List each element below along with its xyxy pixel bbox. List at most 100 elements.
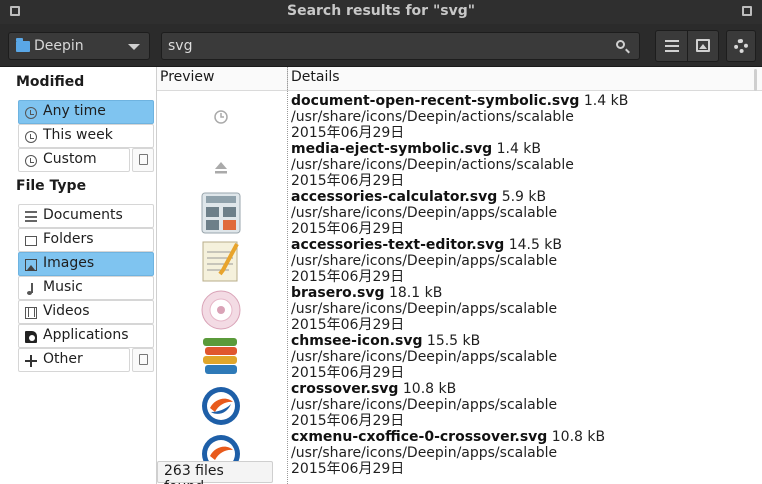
filter-label: Other <box>43 351 83 367</box>
file-size: 10.8 kB <box>402 381 457 397</box>
folder-icon <box>25 236 37 246</box>
result-row[interactable]: crossover.svg 10.8 kB /usr/share/icons/D… <box>157 381 762 429</box>
custom-date-button[interactable] <box>132 148 154 172</box>
filter-documents[interactable]: Documents <box>18 204 154 228</box>
file-path: /usr/share/icons/Deepin/apps/scalable <box>291 253 558 269</box>
file-size: 10.8 kB <box>551 429 606 445</box>
result-details: media-eject-symbolic.svg 1.4 kB /usr/sha… <box>291 141 574 189</box>
file-path: /usr/share/icons/Deepin/apps/scalable <box>291 301 558 317</box>
result-row[interactable]: media-eject-symbolic.svg 1.4 kB /usr/sha… <box>157 141 762 189</box>
file-size: 1.4 kB <box>496 141 542 157</box>
file-name: crossover.svg <box>291 381 399 397</box>
file-name: accessories-calculator.svg <box>291 189 498 205</box>
video-icon <box>25 307 37 319</box>
file-name: cxmenu-cxoffice-0-crossover.svg <box>291 429 548 445</box>
window-maximize-icon[interactable] <box>742 6 752 16</box>
filter-folders[interactable]: Folders <box>18 228 154 252</box>
file-size: 14.5 kB <box>508 237 563 253</box>
result-details: crossover.svg 10.8 kB /usr/share/icons/D… <box>291 381 557 429</box>
file-name: media-eject-symbolic.svg <box>291 141 493 157</box>
result-row[interactable]: chmsee-icon.svg 15.5 kB /usr/share/icons… <box>157 333 762 381</box>
file-path: /usr/share/icons/Deepin/actions/scalable <box>291 109 574 125</box>
filter-any-time[interactable]: Any time <box>18 100 154 124</box>
scrollbar[interactable] <box>754 69 757 91</box>
disc-icon <box>201 290 241 330</box>
file-size: 1.4 kB <box>583 93 629 109</box>
filter-videos[interactable]: Videos <box>18 300 154 324</box>
result-details: cxmenu-cxoffice-0-crossover.svg 10.8 kB … <box>291 429 605 477</box>
search-box[interactable] <box>161 32 640 60</box>
file-date: 2015年06月29日 <box>291 365 405 381</box>
file-name: accessories-text-editor.svg <box>291 237 505 253</box>
file-type-heading: File Type <box>16 178 87 194</box>
other-types-button[interactable] <box>132 348 154 372</box>
filter-label: Documents <box>43 207 123 223</box>
clock-icon <box>25 107 37 119</box>
plus-icon <box>25 355 37 367</box>
filter-label: Music <box>43 279 83 295</box>
results-pane: Preview Details document-open-recent-sym… <box>157 67 762 484</box>
folder-icon <box>16 38 30 52</box>
chevron-down-icon <box>128 44 140 50</box>
view-separator <box>687 31 688 61</box>
calendar-icon <box>139 154 148 165</box>
settings-button[interactable] <box>726 30 756 62</box>
filter-label: Videos <box>43 303 90 319</box>
clock-icon <box>25 131 37 143</box>
file-path: /usr/share/icons/Deepin/apps/scalable <box>291 397 558 413</box>
result-row[interactable]: accessories-text-editor.svg 14.5 kB /usr… <box>157 237 762 285</box>
file-date: 2015年06月29日 <box>291 221 405 237</box>
location-combo[interactable]: Deepin <box>8 32 150 60</box>
filter-other[interactable]: Other <box>18 348 130 372</box>
window-title: Search results for "svg" <box>286 3 476 19</box>
file-date: 2015年06月29日 <box>291 461 405 477</box>
file-date: 2015年06月29日 <box>291 125 405 141</box>
filter-this-week[interactable]: This week <box>18 124 154 148</box>
result-row[interactable]: document-open-recent-symbolic.svg 1.4 kB… <box>157 93 762 141</box>
view-toggle-group <box>655 30 719 62</box>
toolbar: Deepin <box>0 24 762 67</box>
result-details: document-open-recent-symbolic.svg 1.4 kB… <box>291 93 628 141</box>
file-date: 2015年06月29日 <box>291 269 405 285</box>
file-size: 5.9 kB <box>501 189 547 205</box>
column-preview[interactable]: Preview <box>160 69 215 85</box>
filter-label: Any time <box>43 103 106 119</box>
filter-music[interactable]: Music <box>18 276 154 300</box>
result-row[interactable]: accessories-calculator.svg 5.9 kB /usr/s… <box>157 189 762 237</box>
column-details[interactable]: Details <box>291 69 340 85</box>
clock-icon <box>25 155 37 167</box>
title-bar: Search results for "svg" <box>0 0 762 24</box>
music-icon <box>25 283 37 295</box>
image-icon <box>25 259 37 271</box>
document-icon <box>139 354 148 365</box>
file-date: 2015年06月29日 <box>291 413 405 429</box>
status-bar: 263 files found. <box>157 461 273 484</box>
applications-icon <box>25 331 37 343</box>
result-details: accessories-calculator.svg 5.9 kB /usr/s… <box>291 189 557 237</box>
filter-label: Folders <box>43 231 94 247</box>
image-view-icon[interactable] <box>696 39 710 52</box>
search-icon[interactable] <box>616 40 625 49</box>
file-count: 263 files found. <box>164 463 224 484</box>
result-row[interactable]: brasero.svg 18.1 kB /usr/share/icons/Dee… <box>157 285 762 333</box>
filter-sidebar: Modified Any time This week Custom File … <box>0 67 157 484</box>
location-label: Deepin <box>34 38 84 54</box>
column-header: Preview Details <box>157 67 762 91</box>
result-details: chmsee-icon.svg 15.5 kB /usr/share/icons… <box>291 333 557 381</box>
eject-icon <box>215 162 227 174</box>
search-input[interactable] <box>168 36 598 56</box>
file-name: document-open-recent-symbolic.svg <box>291 93 580 109</box>
file-date: 2015年06月29日 <box>291 173 405 189</box>
filter-custom[interactable]: Custom <box>18 148 130 172</box>
filter-applications[interactable]: Applications <box>18 324 154 348</box>
file-path: /usr/share/icons/Deepin/actions/scalable <box>291 157 574 173</box>
file-size: 15.5 kB <box>426 333 481 349</box>
gear-icon <box>734 39 748 53</box>
filter-label: Applications <box>43 327 129 343</box>
text-editor-icon <box>202 241 239 282</box>
filter-images[interactable]: Images <box>18 252 154 276</box>
crossover-icon <box>202 387 240 425</box>
calculator-icon <box>201 192 241 234</box>
list-view-icon[interactable] <box>665 40 679 52</box>
filter-label: This week <box>43 127 113 143</box>
